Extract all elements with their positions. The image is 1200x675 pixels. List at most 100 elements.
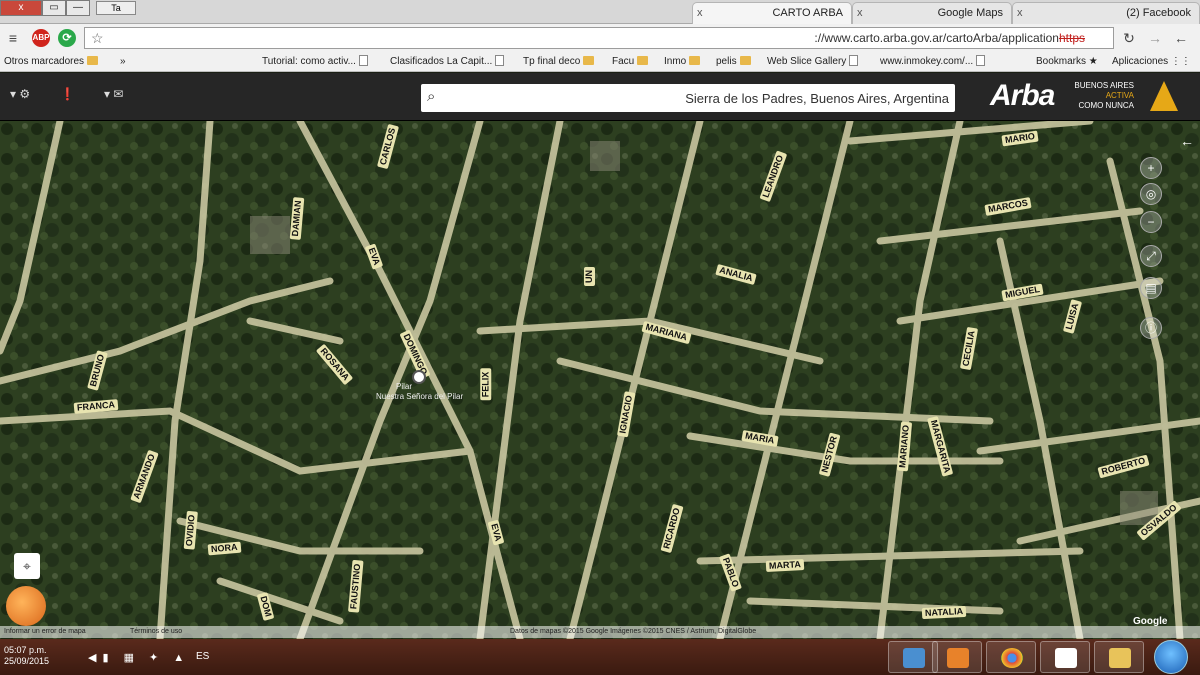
locate-me-icon[interactable]: ⌖: [14, 553, 40, 579]
bookmark-tutorial[interactable]: Tutorial: como activ...: [262, 55, 368, 69]
folder-icon: [689, 56, 701, 65]
google-logo: Google: [1133, 616, 1168, 627]
reload-icon[interactable]: ↻: [1120, 29, 1138, 47]
bookmark-otros-marcadores[interactable]: Otros marcadores: [4, 55, 99, 69]
bookmark-tp-final-deco[interactable]: Tp final deco: [523, 55, 595, 69]
url-scheme: https: [1058, 31, 1085, 45]
logo-tagline: BUENOS AIRES ACTIVA COMO NUNCA: [1074, 81, 1134, 110]
bookmark-overflow[interactable]: »: [120, 55, 126, 69]
page-icon: [849, 55, 859, 66]
menu-dropdown-icon[interactable]: ▾ ⚙: [10, 87, 30, 101]
url-path: ://www.carto.arba.gov.ar/cartoArba/appli…: [814, 31, 1059, 45]
tab-google-maps[interactable]: x Google Maps: [852, 2, 1012, 24]
page-icon: [358, 55, 368, 66]
back-icon[interactable]: ←: [1172, 29, 1190, 47]
poi-label: Nuestra Señora del Pilar: [376, 392, 464, 401]
street-label: FELIX: [480, 368, 492, 401]
url-text: ://www.carto.arba.gov.ar/cartoArba/appli…: [814, 28, 1085, 48]
bookmark-bookmarks[interactable]: Bookmarks ★: [1036, 55, 1098, 69]
street-label: UN: [584, 267, 595, 286]
taskbar-app-paint[interactable]: [888, 641, 938, 673]
ball-logo-icon: [6, 586, 46, 626]
taskbar-app-dropbox[interactable]: [1040, 641, 1090, 673]
tab-label: Google Maps: [937, 7, 1003, 19]
taskbar-app-explorer[interactable]: [1094, 641, 1144, 673]
folder-icon: [87, 56, 99, 65]
adblock-icon[interactable]: ABP: [32, 29, 50, 47]
window-close-button[interactable]: x: [0, 0, 42, 16]
zoom-out-icon[interactable]: −: [1140, 211, 1162, 233]
start-button[interactable]: [1154, 640, 1188, 674]
menu-icon[interactable]: ≡: [4, 29, 22, 47]
print-icon[interactable]: ▤: [1140, 277, 1162, 299]
panel-toggle-arrow-icon[interactable]: ←: [1180, 133, 1194, 149]
arba-logo: Arba BUENOS AIRES ACTIVA COMO NUNCA: [982, 79, 1194, 117]
extension-icon[interactable]: ⟳: [58, 29, 76, 47]
logo-mark: [1150, 81, 1178, 111]
bookmark-inmokey[interactable]: www.inmokey.com/...: [880, 55, 986, 69]
bookmark-web-slice-gallery[interactable]: Web Slice Gallery: [767, 55, 859, 69]
page-icon: [495, 55, 505, 66]
tab-label: CARTO ARBA: [772, 7, 843, 19]
search-icon[interactable]: ⌕: [427, 88, 435, 105]
bookmark-aplicaciones[interactable]: Aplicaciones ⋮⋮: [1112, 55, 1191, 69]
church-icon[interactable]: [412, 370, 426, 384]
bookmark-clasificados[interactable]: Clasificados La Capit...: [390, 55, 505, 69]
taskbar-app-office[interactable]: [932, 641, 982, 673]
bookmark-facu[interactable]: Facu: [612, 55, 649, 69]
tray-icons[interactable]: ◀▮ ▦ ✦ ▲: [88, 651, 190, 664]
paint-icon: [903, 648, 925, 668]
language-indicator[interactable]: ES: [196, 651, 209, 662]
bookmark-pelis[interactable]: pelis: [716, 55, 751, 69]
folder-icon: [1109, 648, 1131, 668]
window-controls: x ▭ —: [0, 0, 90, 16]
star-icon[interactable]: ☆: [91, 28, 104, 48]
folder-icon: [739, 56, 751, 65]
page-icon: [976, 55, 986, 66]
info-tool-icon[interactable]: ⓘ: [1140, 317, 1162, 339]
terms-link[interactable]: Términos de uso: [130, 626, 182, 638]
logo-text: Arba: [990, 79, 1055, 112]
mail-icon[interactable]: ▾ ✉: [104, 87, 123, 101]
tab-facebook[interactable]: x (2) Facebook: [1012, 2, 1200, 24]
bookmark-inmo[interactable]: Inmo: [664, 55, 701, 69]
window-minimize-button[interactable]: —: [66, 0, 90, 16]
street-label: NATALIA: [921, 605, 967, 620]
address-bar[interactable]: ☆ ://www.carto.arba.gov.ar/cartoArba/app…: [84, 27, 1114, 49]
tab-close-icon[interactable]: x: [697, 3, 703, 23]
profile-badge[interactable]: Ta: [96, 1, 136, 15]
measure-icon[interactable]: ⤢: [1140, 245, 1162, 267]
chrome-icon: [1001, 648, 1023, 668]
zoom-in-icon[interactable]: +: [1140, 157, 1162, 179]
report-error-link[interactable]: Informar un error de mapa: [4, 626, 86, 638]
app-header: ▾ ⚙ ❗ ▾ ✉ ⌕ Arba BUENOS AIRES ACTIVA COM…: [0, 73, 1200, 121]
tab-close-icon[interactable]: x: [857, 3, 863, 23]
layers-icon[interactable]: ◎: [1140, 183, 1162, 205]
forward-icon[interactable]: →: [1146, 29, 1164, 47]
tab-close-icon[interactable]: x: [1017, 3, 1023, 23]
window-restore-button[interactable]: ▭: [42, 0, 66, 16]
address-search[interactable]: ⌕: [421, 84, 955, 112]
tab-strip: x ▭ — Ta x CARTO ARBA x Google Maps x (2…: [0, 0, 1200, 24]
folder-icon: [583, 56, 595, 65]
office-icon: [947, 648, 969, 668]
windows-taskbar: 05:07 p.m. 25/09/2015 ◀▮ ▦ ✦ ▲ ES: [0, 639, 1200, 675]
search-input[interactable]: [451, 84, 949, 112]
folder-icon: [637, 56, 649, 65]
poi-short-label: Pilar: [396, 382, 413, 391]
bookmarks-bar: Otros marcadores » Tutorial: como activ.…: [0, 52, 1200, 72]
satellite-map[interactable]: MARIO MARCOS LEANDRO CARLOS DAMIAN EVA A…: [0, 121, 1200, 639]
church-poi[interactable]: Pilar Nuestra Señora del Pilar: [376, 366, 463, 406]
street-label: MARTA: [765, 559, 805, 572]
taskbar-app-chrome[interactable]: [986, 641, 1036, 673]
map-attribution: Datos de mapas ©2015 Google Imágenes ©20…: [0, 626, 1200, 638]
star-icon: ★: [1086, 56, 1098, 67]
apps-icon: ⋮⋮: [1168, 56, 1191, 67]
browser-toolbar: ≡ ABP ⟳ ☆ ://www.carto.arba.gov.ar/carto…: [0, 24, 1200, 52]
attribution-text: Datos de mapas ©2015 Google Imágenes ©20…: [510, 628, 757, 635]
info-icon[interactable]: ❗: [60, 87, 75, 101]
system-clock[interactable]: 05:07 p.m. 25/09/2015: [4, 645, 49, 667]
dropbox-icon: [1055, 648, 1077, 668]
tab-carto-arba[interactable]: x CARTO ARBA: [692, 2, 852, 24]
tab-label: (2) Facebook: [1126, 7, 1191, 19]
